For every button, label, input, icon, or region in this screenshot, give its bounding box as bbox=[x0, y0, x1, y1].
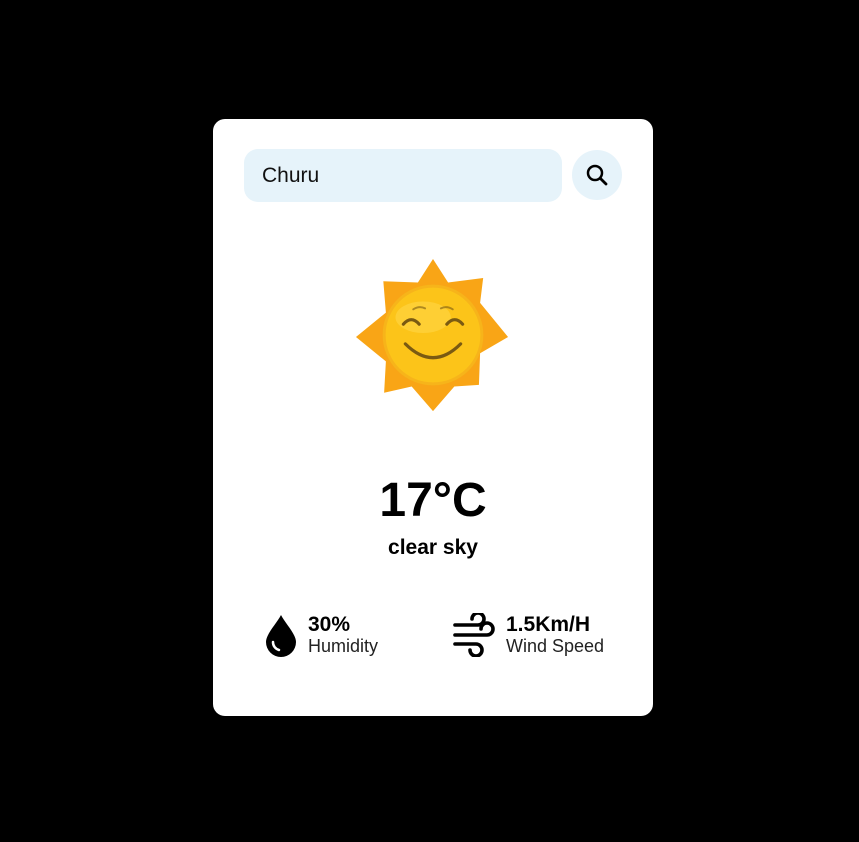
temperature-value: 17°C bbox=[379, 474, 487, 527]
wind-icon bbox=[453, 613, 495, 658]
smiling-sun-icon bbox=[355, 258, 509, 412]
water-drop-icon bbox=[266, 615, 296, 658]
humidity-stat: 30% Humidity bbox=[264, 613, 378, 658]
search-icon bbox=[586, 164, 608, 186]
weather-card: 17°C clear sky 30% Humidity 1.5Km/H Wind… bbox=[213, 119, 653, 716]
wind-speed-value: 1.5Km/H bbox=[506, 613, 591, 636]
weather-description: clear sky bbox=[388, 536, 478, 559]
search-button[interactable] bbox=[572, 150, 622, 200]
humidity-value: 30% bbox=[308, 613, 351, 636]
wind-speed-label: Wind Speed bbox=[506, 636, 605, 657]
humidity-label: Humidity bbox=[308, 636, 379, 657]
wind-stat: 1.5Km/H Wind Speed bbox=[452, 613, 604, 658]
city-search-input[interactable] bbox=[244, 149, 562, 202]
